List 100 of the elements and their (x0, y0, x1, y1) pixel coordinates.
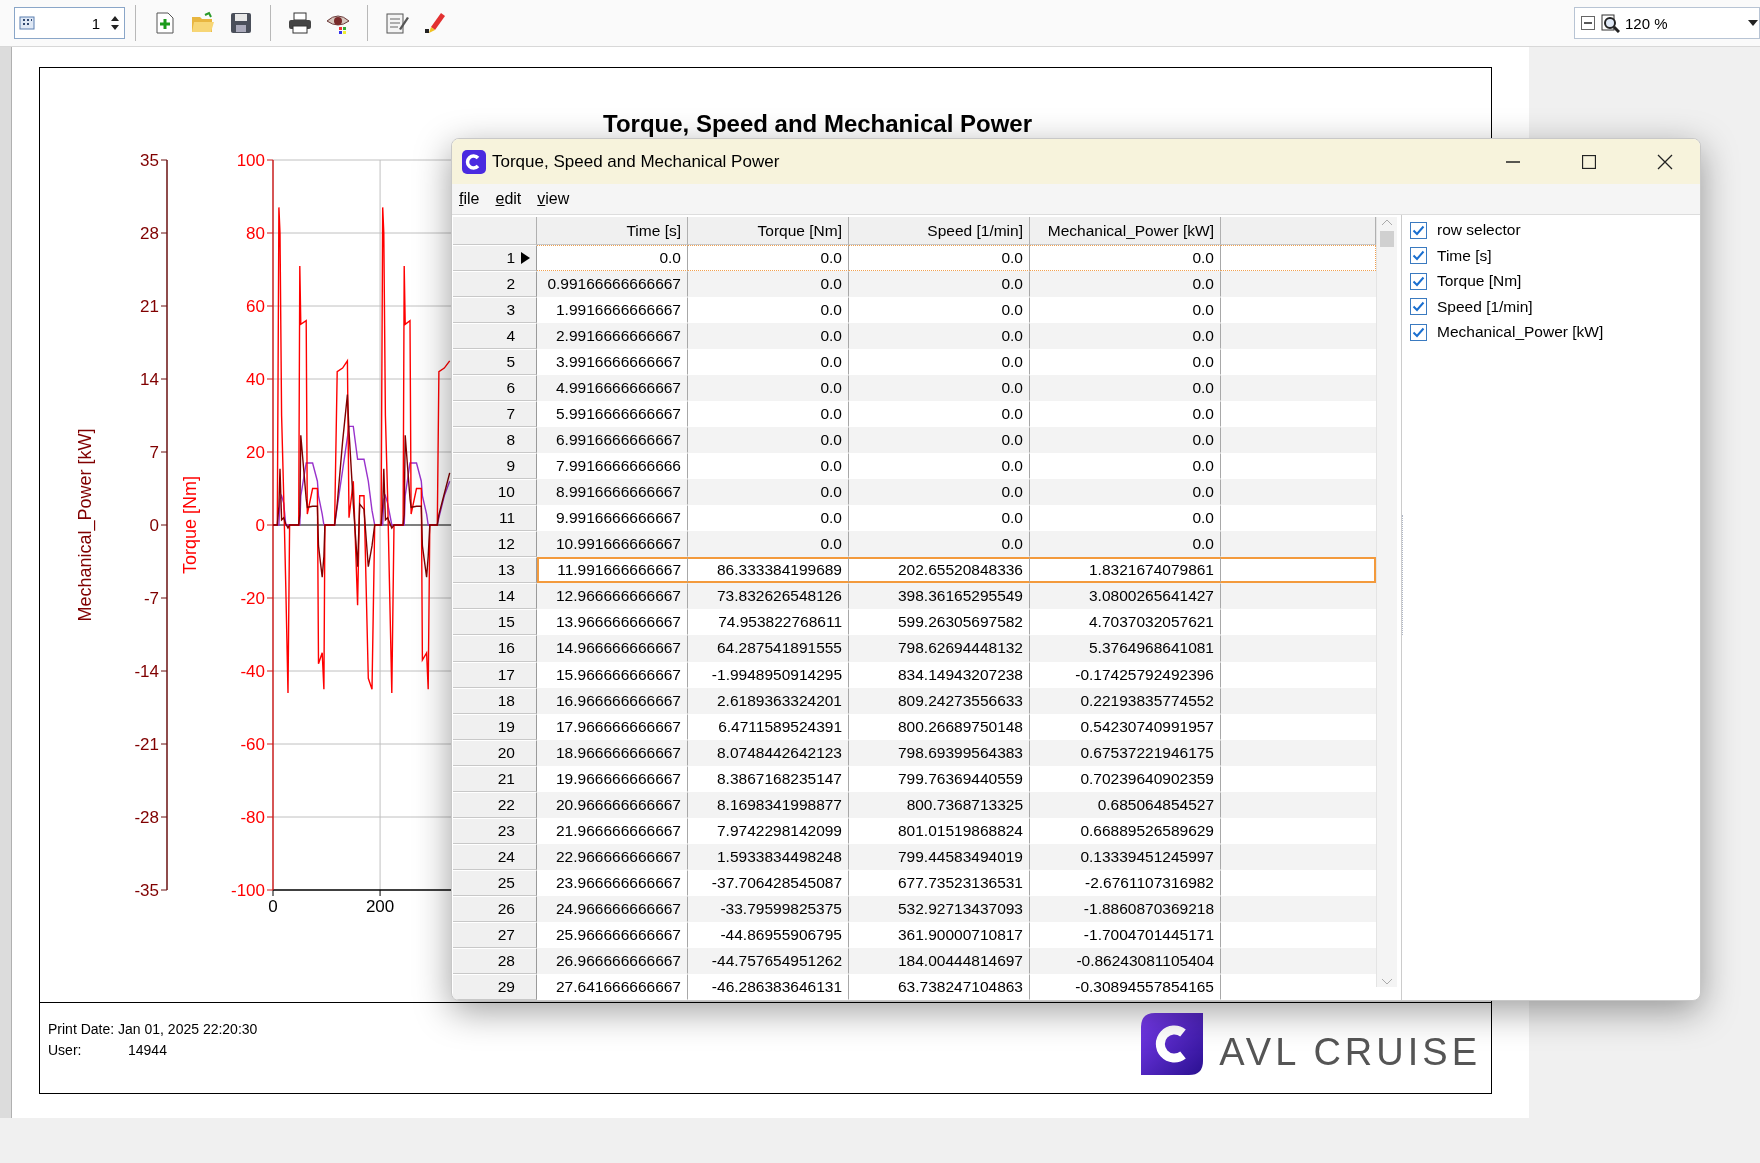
y-tick-label: -80 (240, 808, 265, 827)
checkbox[interactable] (1410, 272, 1427, 290)
y-tick-label: -21 (134, 735, 159, 754)
folder-icon[interactable] (191, 11, 215, 35)
new-document-icon[interactable] (153, 11, 177, 35)
table-cell: -33.79599825375 (688, 895, 849, 922)
table-cell: 0.54230740991957 (1030, 713, 1221, 740)
y-tick-label: -60 (240, 735, 265, 754)
row-number: 12 (497, 535, 515, 554)
checkbox[interactable] (1410, 221, 1427, 239)
table-cell: 677.73523136531 (849, 869, 1030, 896)
current-row-icon (521, 252, 530, 264)
row-number: 23 (497, 821, 515, 840)
checkbox-label[interactable]: row selector (1437, 221, 1521, 240)
checkbox[interactable] (1410, 323, 1427, 341)
page-spin-field[interactable]: 1 (14, 7, 125, 39)
y-tick-label: 60 (246, 297, 265, 316)
table-cell: 800.7368713325 (849, 791, 1030, 818)
row-header[interactable]: 17 (453, 661, 537, 688)
checkbox[interactable] (1410, 298, 1427, 316)
row-header[interactable]: 5 (453, 349, 537, 376)
y-tick-label: 21 (140, 297, 159, 316)
row-header[interactable]: 8 (453, 427, 537, 454)
row-header[interactable]: 6 (453, 375, 537, 402)
column-header[interactable]: Mechanical_Power [kW] (1030, 217, 1221, 245)
y-tick-label: -40 (240, 662, 265, 681)
scroll-thumb[interactable] (1380, 231, 1394, 247)
row-header[interactable]: 25 (453, 869, 537, 896)
table-cell: 0.0 (1030, 271, 1221, 298)
table-cell: 15.966666666667 (537, 661, 688, 688)
table-cell: 6.9916666666667 (537, 427, 688, 454)
zoom-field[interactable]: 120 % (1574, 7, 1760, 39)
row-header[interactable]: 11 (453, 505, 537, 532)
table-cell: 16.966666666667 (537, 687, 688, 714)
row-header[interactable]: 19 (453, 713, 537, 740)
table-cell: 20.966666666667 (537, 791, 688, 818)
y-tick-label: 35 (140, 151, 159, 170)
printer-icon[interactable] (288, 11, 312, 35)
row-header[interactable]: 7 (453, 401, 537, 428)
row-header[interactable]: 3 (453, 297, 537, 324)
menu-item[interactable]: view (530, 190, 579, 208)
table-cell: 27.641666666667 (537, 973, 688, 1000)
row-header[interactable]: 27 (453, 921, 537, 948)
table-cell: 0.13339451245997 (1030, 843, 1221, 870)
row-header[interactable]: 14 (453, 583, 537, 610)
table-cell: 0.0 (1030, 323, 1221, 350)
row-header[interactable]: 20 (453, 739, 537, 766)
y-tick-label: 40 (246, 370, 265, 389)
checkbox-label[interactable]: Time [s] (1437, 246, 1492, 265)
user-value: 14944 (128, 1042, 167, 1058)
table-cell: 0.66889526589629 (1030, 817, 1221, 844)
x-tick-label: 200 (365, 897, 395, 916)
column-header[interactable]: Speed [1/min] (849, 217, 1030, 245)
checkbox-label[interactable]: Mechanical_Power [kW] (1437, 323, 1604, 342)
table-cell: 11.991666666667 (537, 557, 688, 584)
row-header[interactable]: 13 (453, 557, 537, 584)
table-cell: 4.9916666666667 (537, 375, 688, 402)
row-header[interactable]: 9 (453, 453, 537, 480)
row-header[interactable]: 4 (453, 323, 537, 350)
row-header[interactable]: 24 (453, 843, 537, 870)
checkbox-label[interactable]: Torque [Nm] (1437, 272, 1522, 291)
row-number: 26 (497, 899, 515, 918)
table-cell: 0.99166666666667 (537, 271, 688, 298)
table-cell: 0.685064854527 (1030, 791, 1221, 818)
table-cell: 0.0 (1030, 531, 1221, 558)
y-tick-label: 28 (140, 224, 159, 243)
table-cell: 0.0 (688, 531, 849, 558)
table-cell: 0.0 (1030, 427, 1221, 454)
row-header[interactable]: 28 (453, 947, 537, 974)
marker-pen-icon[interactable] (423, 11, 447, 35)
table-cell: 0.0 (1030, 375, 1221, 402)
row-header[interactable]: 10 (453, 479, 537, 506)
row-header[interactable]: 18 (453, 687, 537, 714)
row-header[interactable]: 2 (453, 271, 537, 298)
checkbox-label[interactable]: Speed [1/min] (1437, 297, 1533, 316)
column-header[interactable]: Time [s] (537, 217, 688, 245)
y-tick-label: -20 (240, 589, 265, 608)
table-cell: -37.706428545087 (688, 869, 849, 896)
row-header[interactable]: 21 (453, 765, 537, 792)
row-header[interactable]: 23 (453, 817, 537, 844)
row-header[interactable]: 12 (453, 531, 537, 558)
menu-item[interactable]: file (452, 190, 489, 208)
y-tick-label: 80 (246, 224, 265, 243)
table-cell: 799.76369440559 (849, 765, 1030, 792)
notepad-icon[interactable] (385, 11, 409, 35)
minimize-icon (1506, 160, 1520, 163)
dropdown-caret-icon[interactable] (1747, 19, 1759, 27)
row-header[interactable]: 29 (453, 973, 537, 1000)
menu-item[interactable]: edit (488, 190, 531, 208)
row-header[interactable]: 26 (453, 895, 537, 922)
scrollbar[interactable] (1376, 217, 1397, 987)
collapse-icon[interactable] (1581, 16, 1595, 30)
save-icon[interactable] (229, 11, 253, 35)
checkbox[interactable] (1410, 247, 1427, 265)
row-header[interactable]: 15 (453, 609, 537, 636)
table-cell: -1.9948950914295 (688, 661, 849, 688)
row-header[interactable]: 22 (453, 791, 537, 818)
row-header[interactable]: 16 (453, 635, 537, 662)
row-header[interactable]: 1 (453, 245, 537, 272)
column-header[interactable]: Torque [Nm] (688, 217, 849, 245)
